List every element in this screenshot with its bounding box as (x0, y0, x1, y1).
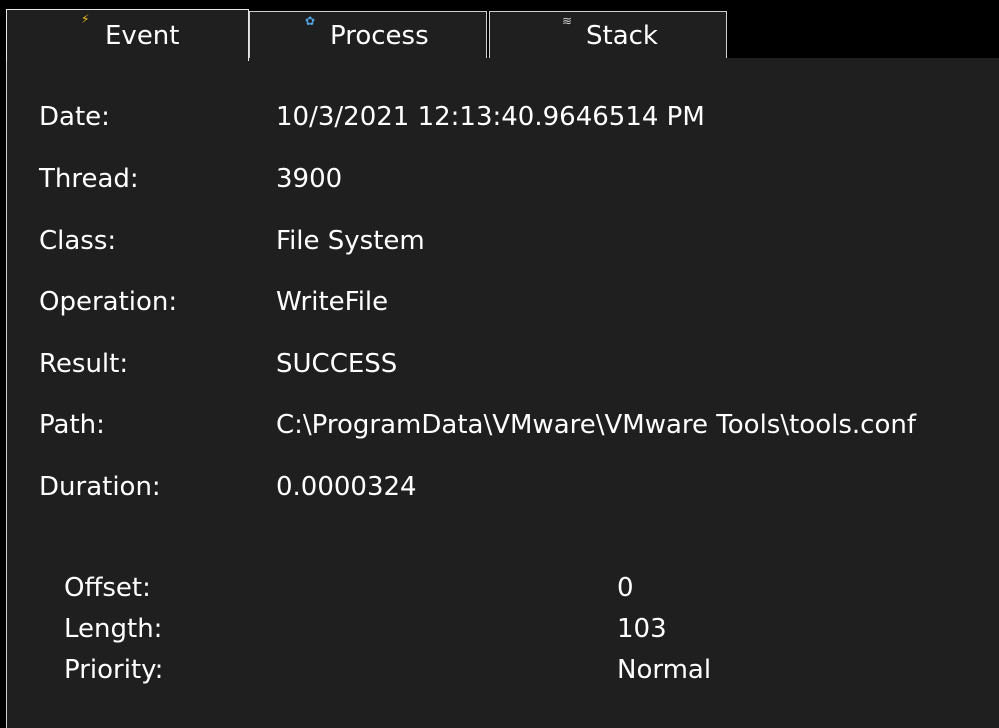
tab-stack-label: Stack (586, 21, 658, 51)
tab-event-label: Event (105, 21, 180, 51)
tab-process-label: Process (330, 21, 429, 51)
tab-process[interactable]: ✿ Process (249, 11, 487, 58)
layers-icon: ≋ (562, 14, 573, 28)
tab-event[interactable]: ⚡ Event (6, 9, 249, 61)
path-label: Path: (39, 410, 105, 440)
offset-value: 0 (617, 573, 634, 603)
gear-icon: ✿ (305, 14, 316, 28)
operation-value: WriteFile (276, 287, 389, 317)
priority-label: Priority: (64, 655, 164, 685)
result-value: SUCCESS (276, 349, 398, 379)
tab-stack[interactable]: ≋ Stack (489, 11, 727, 58)
result-label: Result: (39, 349, 129, 379)
date-label: Date: (39, 102, 110, 132)
event-properties-panel: Date: 10/3/2021 12:13:40.9646514 PM Thre… (6, 58, 999, 728)
offset-label: Offset: (64, 573, 151, 603)
length-value: 103 (617, 614, 667, 644)
priority-value: Normal (617, 655, 712, 685)
operation-label: Operation: (39, 287, 178, 317)
date-value: 10/3/2021 12:13:40.9646514 PM (276, 102, 705, 132)
thread-value: 3900 (276, 164, 343, 194)
class-label: Class: (39, 226, 117, 256)
duration-label: Duration: (39, 472, 161, 502)
path-value: C:\ProgramData\VMware\VMware Tools\tools… (276, 410, 916, 440)
length-label: Length: (64, 614, 163, 644)
class-value: File System (276, 226, 425, 256)
thread-label: Thread: (39, 164, 139, 194)
lightning-icon: ⚡ (81, 12, 90, 26)
duration-value: 0.0000324 (276, 472, 417, 502)
